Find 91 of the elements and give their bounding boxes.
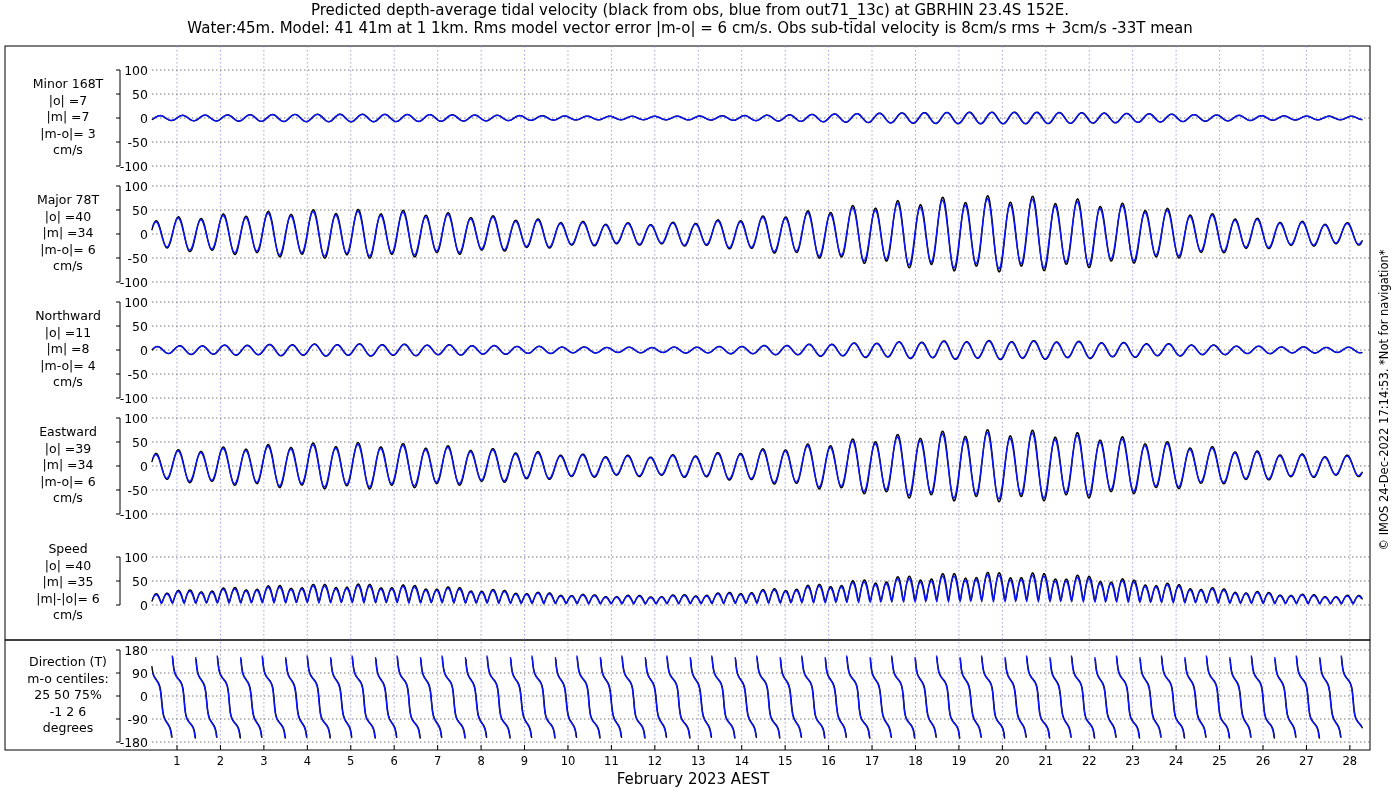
x-tick-label: 25 [1212,754,1227,768]
y-tick-label: 90 [132,666,148,681]
x-tick-label: 14 [734,754,750,768]
panel-label: |m| =34 [42,225,94,240]
panel-label: Minor 168T [32,76,104,91]
y-tick-label: 0 [140,343,148,358]
x-tick-label: 7 [434,754,442,768]
y-tick-label: -100 [119,391,148,406]
panel-label: |m-o|= 6 [40,473,96,489]
panel-label: cm/s [53,607,83,622]
x-tick-label: 20 [995,754,1010,768]
x-tick-label: 19 [951,754,967,768]
y-tick-label: 50 [132,435,148,450]
panel-label: |o| =39 [44,440,92,456]
x-tick-label: 28 [1342,754,1358,768]
panel-label: Major 78T [36,192,100,207]
y-tick-label: 50 [132,87,148,102]
x-tick-label: 1 [173,754,181,768]
y-tick-label: 100 [124,179,148,194]
x-tick-label: 9 [520,754,529,768]
x-tick-label: 16 [821,754,836,768]
panel-label: |m| =7 [46,109,90,124]
x-axis-label: February 2023 AEST [616,770,770,788]
x-tick-label: 10 [560,754,576,768]
x-tick-label: 4 [303,754,311,768]
panel-label: 25 50 75% [34,687,102,702]
panel-label: cm/s [53,490,83,505]
y-axis [115,556,121,606]
panel-label: Eastward [39,424,97,439]
panel-label: cm/s [53,142,83,157]
y-tick-label: -100 [119,275,148,290]
panel-label: |m-o|= 6 [40,241,96,257]
panel-label: -1 2 6 [49,703,87,719]
y-tick-label: 180 [124,643,148,658]
y-tick-label: -100 [119,159,148,174]
panel-label: Northward [35,308,101,323]
panel-label: |m| =34 [42,457,94,472]
x-tick-label: 12 [647,754,663,768]
x-tick-label: 3 [260,754,268,768]
panel-label: Speed [48,541,88,556]
x-tick-label: 2 [216,754,225,768]
panel-label: |o| =40 [44,557,92,573]
panel-label: m-o centiles: [27,670,109,686]
x-tick-label: 22 [1081,754,1097,768]
panel-label: Direction (T) [29,654,107,669]
x-tick-label: 23 [1125,754,1140,768]
y-tick-label: 0 [140,459,148,474]
panel-label: degrees [42,720,94,735]
y-tick-label: 0 [140,227,148,242]
x-tick-label: 6 [390,754,398,768]
panel-label: |m| =35 [42,574,94,589]
side-note: © IMOS 24-Dec-2022 17:14:53. *Not for navigation* [1377,249,1391,551]
y-tick-label: -90 [127,712,148,727]
y-tick-label: 100 [124,550,148,565]
panel-label: |m|-|o|= 6 [36,590,100,606]
panel-label: cm/s [53,374,83,389]
y-tick-label: 100 [124,295,148,310]
x-tick-label: 13 [690,754,706,768]
panel-label: |m-o|= 4 [40,357,96,373]
x-tick-label: 8 [477,754,485,768]
x-tick-label: 17 [864,754,880,768]
x-tick-label: 27 [1299,754,1314,768]
panel-label: cm/s [53,258,83,273]
chart-title: Water:45m. Model: 41 41m at 1 1km. Rms model vector error |m-o| = 6 cm/s. Obs sub-tidal velocity is 8cm/s rms + 3cm/s -33T mean [187,19,1193,37]
y-tick-label: 0 [140,598,148,613]
x-tick-label: 26 [1255,754,1271,768]
x-tick-label: 18 [908,754,923,768]
y-tick-label: -50 [127,135,148,150]
y-tick-label: 50 [132,203,148,218]
x-tick-label: 21 [1038,754,1054,768]
y-tick-label: -50 [127,367,148,382]
y-tick-label: -100 [119,507,148,522]
x-tick-label: 15 [777,754,793,768]
y-tick-label: -180 [119,735,148,750]
y-tick-label: 50 [132,574,148,589]
y-tick-label: -50 [127,251,148,266]
y-tick-label: 100 [124,63,148,78]
panel-label: |o| =11 [44,324,92,340]
y-tick-label: 50 [132,319,148,334]
panel-label: |m-o|= 3 [40,125,96,141]
y-tick-label: 100 [124,411,148,426]
x-tick-label: 5 [347,754,355,768]
panel-label: |o| =40 [44,208,92,224]
panel-label: |o| =7 [48,92,88,108]
chart-title: Predicted depth-average tidal velocity (black from obs, blue from out71_13c) at GBRHIN 23.4S 152E. [310,1,1070,19]
panel-label: |m| =8 [46,341,90,356]
y-tick-label: 0 [140,111,148,126]
x-tick-label: 24 [1168,754,1184,768]
y-tick-label: -50 [127,483,148,498]
y-tick-label: 0 [140,689,148,704]
x-tick-label: 11 [604,754,619,768]
